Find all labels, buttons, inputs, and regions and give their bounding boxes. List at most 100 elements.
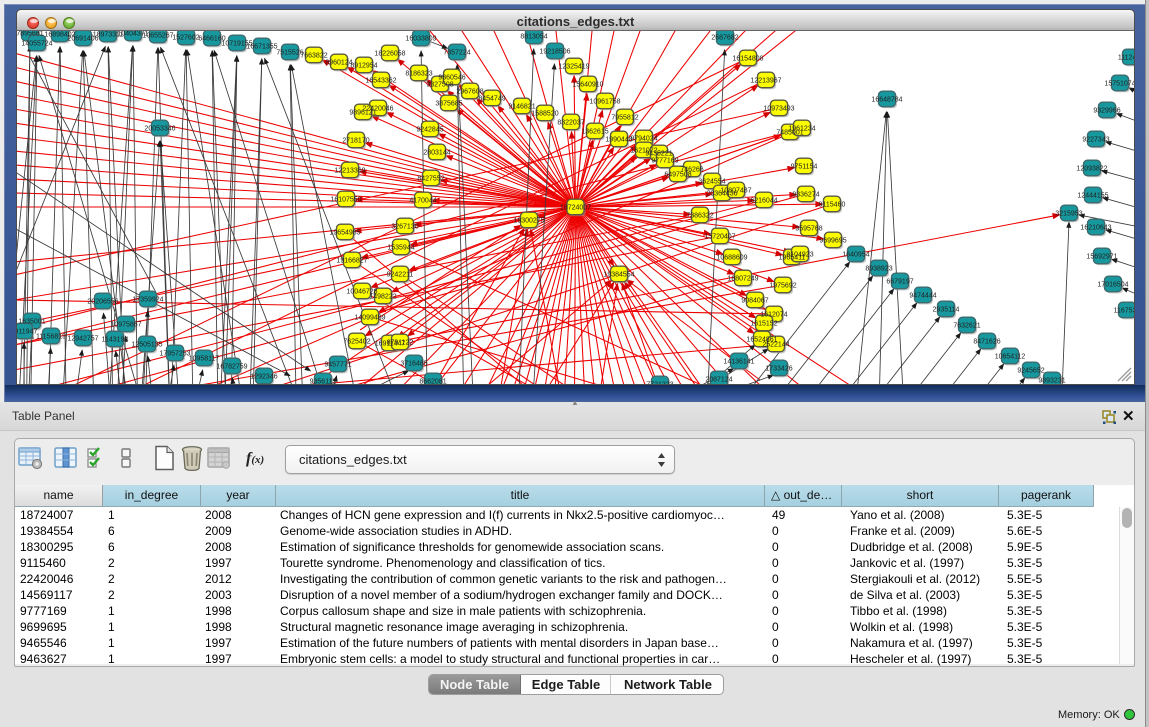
svg-text:3624554: 3624554: [698, 179, 725, 186]
svg-text:17957253: 17957253: [159, 351, 190, 358]
svg-text:14055724: 14055724: [21, 41, 52, 48]
svg-text:16648784: 16648784: [871, 97, 902, 104]
svg-text:3267130: 3267130: [391, 224, 418, 231]
svg-text:14136141: 14136141: [723, 359, 754, 366]
svg-text:10975867: 10975867: [110, 322, 141, 329]
svg-text:7357224: 7357224: [443, 50, 470, 57]
svg-text:2803144: 2803144: [423, 150, 450, 157]
svg-text:9794024: 9794024: [630, 136, 657, 143]
svg-text:16107550: 16107550: [330, 197, 361, 204]
svg-text:16671355: 16671355: [246, 44, 277, 51]
svg-text:15751074: 15751074: [1104, 81, 1134, 88]
svg-text:19654985: 19654985: [329, 230, 360, 237]
svg-text:8938923: 8938923: [865, 266, 892, 273]
svg-text:9146821: 9146821: [508, 104, 535, 111]
svg-text:6679197: 6679197: [886, 279, 913, 286]
svg-text:14099489: 14099489: [354, 315, 385, 322]
svg-text:19166827: 19166827: [336, 258, 367, 265]
svg-text:1362615: 1362615: [581, 129, 608, 136]
svg-text:9474444: 9474444: [909, 293, 936, 300]
svg-text:16543362: 16543362: [365, 78, 396, 85]
svg-text:9457771: 9457771: [324, 362, 351, 369]
svg-text:9329966: 9329966: [1093, 108, 1120, 115]
svg-text:2967608: 2967608: [456, 89, 483, 96]
svg-text:10654112: 10654112: [995, 354, 1026, 361]
svg-text:1498222: 1498222: [369, 294, 396, 301]
svg-text:8322037: 8322037: [557, 120, 584, 127]
svg-text:7632621: 7632621: [953, 323, 980, 330]
svg-text:9242211: 9242211: [387, 272, 414, 279]
svg-text:10807487: 10807487: [720, 188, 751, 195]
svg-text:10961758: 10961758: [589, 99, 620, 106]
svg-text:9896121: 9896121: [349, 110, 376, 117]
svg-text:7721223: 7721223: [646, 382, 673, 385]
svg-text:15692971: 15692971: [1086, 254, 1117, 261]
svg-text:4170044: 4170044: [409, 198, 436, 205]
svg-text:12942757: 12942757: [67, 336, 98, 343]
svg-text:15640910: 15640910: [572, 82, 603, 89]
svg-text:20206556: 20206556: [87, 299, 118, 306]
svg-text:1640954: 1640954: [842, 252, 869, 259]
svg-text:3911947: 3911947: [17, 329, 37, 336]
svg-text:16782759: 16782759: [216, 364, 247, 371]
svg-text:1990448: 1990448: [605, 137, 632, 144]
svg-text:9751154: 9751154: [791, 164, 818, 171]
svg-text:8813054: 8813054: [520, 34, 547, 41]
svg-text:1112405: 1112405: [1118, 55, 1134, 62]
svg-text:9242845: 9242845: [416, 127, 443, 134]
svg-text:18807249: 18807249: [727, 276, 758, 283]
svg-text:1292346: 1292346: [250, 374, 277, 381]
svg-text:2718170: 2718170: [342, 138, 369, 145]
svg-text:1635001: 1635001: [18, 319, 45, 326]
svg-text:8427552: 8427552: [417, 176, 444, 183]
svg-text:6216044: 6216044: [750, 198, 777, 205]
svg-text:16210643: 16210643: [1080, 225, 1111, 232]
svg-text:1615152: 1615152: [750, 321, 777, 328]
svg-text:1143194: 1143194: [102, 337, 129, 344]
svg-text:9356112: 9356112: [310, 379, 337, 385]
svg-text:9699695: 9699695: [819, 238, 846, 245]
svg-text:9777169: 9777169: [651, 158, 678, 165]
svg-text:3215953: 3215953: [1055, 211, 1082, 218]
svg-text:8104923: 8104923: [786, 252, 813, 259]
svg-text:12444155: 12444155: [1077, 193, 1108, 200]
svg-text:9245652: 9245652: [1017, 368, 1044, 375]
svg-text:9435221: 9435221: [645, 151, 672, 158]
svg-text:9860546: 9860546: [438, 75, 465, 82]
svg-text:1975692: 1975692: [769, 283, 796, 290]
svg-text:2935114: 2935114: [933, 307, 960, 314]
svg-text:1167533: 1167533: [1114, 308, 1134, 315]
svg-text:19300275: 19300275: [513, 218, 544, 225]
svg-text:17016504: 17016504: [1097, 282, 1128, 289]
svg-text:19218506: 19218506: [539, 49, 570, 56]
svg-text:7386322: 7386322: [686, 213, 713, 220]
svg-text:1535944: 1535944: [387, 245, 414, 252]
svg-text:9084067: 9084067: [741, 298, 768, 305]
svg-text:7895661: 7895661: [17, 31, 44, 38]
svg-text:8912954: 8912954: [350, 63, 377, 70]
svg-text:2522144: 2522144: [762, 342, 789, 349]
svg-text:18724007: 18724007: [560, 205, 591, 212]
svg-text:12213369: 12213369: [334, 168, 365, 175]
svg-text:12325419: 12325419: [558, 64, 589, 71]
svg-text:9336274: 9336274: [792, 192, 819, 199]
svg-text:18226058: 18226058: [374, 51, 405, 58]
svg-text:9893231: 9893231: [1038, 378, 1065, 385]
svg-text:8454749: 8454749: [478, 96, 505, 103]
svg-text:9327508: 9327508: [426, 82, 453, 89]
svg-text:1733426: 1733426: [765, 366, 792, 373]
svg-text:8791122: 8791122: [387, 340, 414, 347]
svg-text:16033809: 16033809: [405, 36, 436, 43]
svg-text:11156819: 11156819: [36, 334, 66, 341]
svg-text:1527602: 1527602: [172, 35, 199, 42]
svg-text:10655267: 10655267: [142, 33, 173, 40]
svg-text:12093822: 12093822: [1076, 166, 1107, 173]
svg-text:1588520: 1588520: [531, 111, 558, 118]
svg-text:6497508: 6497508: [664, 172, 691, 179]
svg-text:12505135: 12505135: [131, 342, 162, 349]
svg-text:1612074: 1612074: [760, 312, 787, 319]
svg-text:7663822: 7663822: [300, 53, 327, 60]
svg-text:2687682: 2687682: [711, 35, 738, 42]
svg-text:9595768: 9595768: [795, 226, 822, 233]
svg-text:19384554: 19384554: [603, 272, 634, 279]
